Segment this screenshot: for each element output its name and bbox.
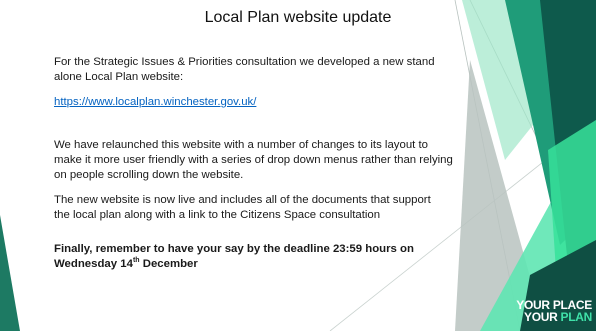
relaunch-paragraph: We have relaunched this website with a n…	[54, 139, 453, 181]
intro-paragraph: For the Strategic Issues & Priorities co…	[54, 56, 435, 83]
deadline-month: December	[139, 258, 198, 270]
slide-title: Local Plan website update	[204, 9, 392, 26]
logo-line-2: YOUR PLAN	[524, 310, 592, 324]
your-place-your-plan-logo: YOUR PLACE YOUR PLAN	[516, 299, 592, 323]
deadline-superscript: th	[132, 257, 140, 265]
deadline-paragraph: Finally, remember to have your say by th…	[54, 242, 434, 272]
left-accent-shape	[0, 215, 20, 331]
local-plan-link[interactable]: https://www.localplan.winchester.gov.uk/	[54, 95, 256, 110]
deadline-text: Finally, remember to have your say by th…	[54, 243, 414, 270]
new-website-paragraph: The new website is now live and includes…	[54, 194, 431, 221]
